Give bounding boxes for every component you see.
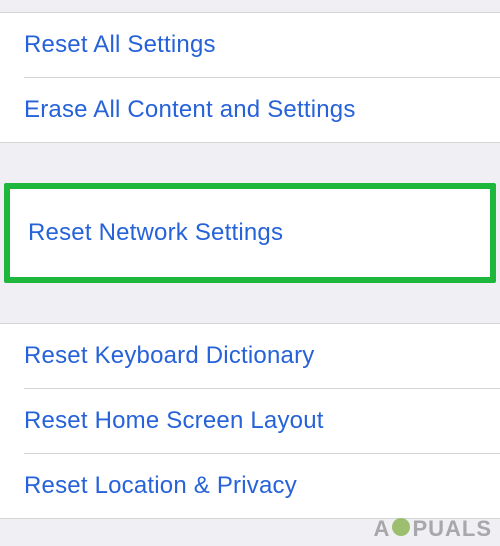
settings-group-1: Reset All Settings Erase All Content and… — [0, 12, 500, 143]
watermark: A PUALS — [374, 516, 492, 542]
reset-all-settings-row[interactable]: Reset All Settings — [0, 13, 500, 77]
settings-group-2: Reset Keyboard Dictionary Reset Home Scr… — [0, 323, 500, 519]
reset-keyboard-dictionary-row[interactable]: Reset Keyboard Dictionary — [0, 324, 500, 388]
erase-all-content-row[interactable]: Erase All Content and Settings — [0, 78, 500, 142]
reset-location-privacy-row[interactable]: Reset Location & Privacy — [0, 454, 500, 518]
spacer-top — [0, 0, 500, 12]
watermark-logo-icon — [392, 518, 410, 536]
spacer-mid-2 — [0, 283, 500, 323]
watermark-suffix: PUALS — [412, 516, 492, 542]
highlighted-selection: Reset Network Settings — [4, 183, 496, 283]
reset-home-screen-layout-row[interactable]: Reset Home Screen Layout — [0, 389, 500, 453]
watermark-prefix: A — [374, 516, 391, 542]
spacer-mid-1 — [0, 143, 500, 183]
reset-network-settings-row[interactable]: Reset Network Settings — [10, 189, 490, 277]
